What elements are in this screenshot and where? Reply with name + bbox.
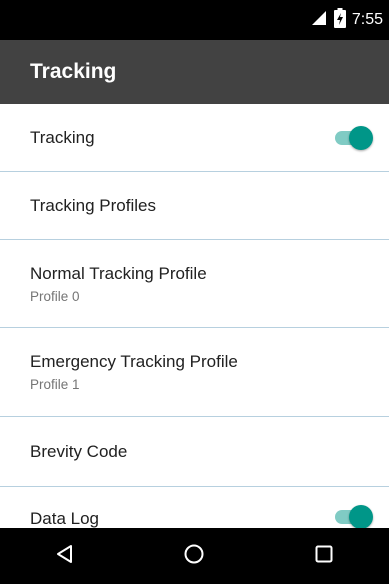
back-button[interactable] [35,528,95,584]
battery-charging-icon [333,7,346,33]
recents-button[interactable] [294,528,354,584]
setting-tracking[interactable]: Tracking [0,104,389,172]
status-icons: 7:55 [310,0,383,40]
setting-brevity-code[interactable]: Brevity Code [0,417,389,487]
setting-emergency-tracking-profile[interactable]: Emergency Tracking Profile Profile 1 [0,328,389,417]
switch-thumb [349,125,373,150]
recents-icon [314,544,334,569]
screen: 7:55 Tracking Tracking Tracking Profiles… [0,0,389,584]
setting-normal-tracking-profile[interactable]: Normal Tracking Profile Profile 0 [0,240,389,328]
back-icon [54,543,76,570]
tracking-toggle[interactable] [333,125,373,150]
settings-list: Tracking Tracking Profiles Normal Tracki… [0,104,389,528]
setting-title: Tracking Profiles [30,195,156,215]
setting-subtitle: Profile 0 [30,288,80,304]
data-log-toggle[interactable] [333,505,373,528]
setting-subtitle: Profile 1 [30,377,80,392]
status-bar: 7:55 [0,0,389,40]
setting-title: Normal Tracking Profile [30,263,207,283]
app-bar: Tracking [0,40,389,104]
page-title: Tracking [30,60,117,83]
navigation-bar [0,528,389,584]
home-button[interactable] [164,528,224,584]
switch-thumb [349,505,373,528]
setting-title: Emergency Tracking Profile [30,352,238,371]
home-icon [183,543,205,570]
signal-icon [310,9,328,32]
setting-data-log[interactable]: Data Log [0,487,389,528]
setting-title: Brevity Code [30,441,128,461]
status-time: 7:55 [351,11,383,28]
setting-tracking-profiles[interactable]: Tracking Profiles [0,172,389,240]
